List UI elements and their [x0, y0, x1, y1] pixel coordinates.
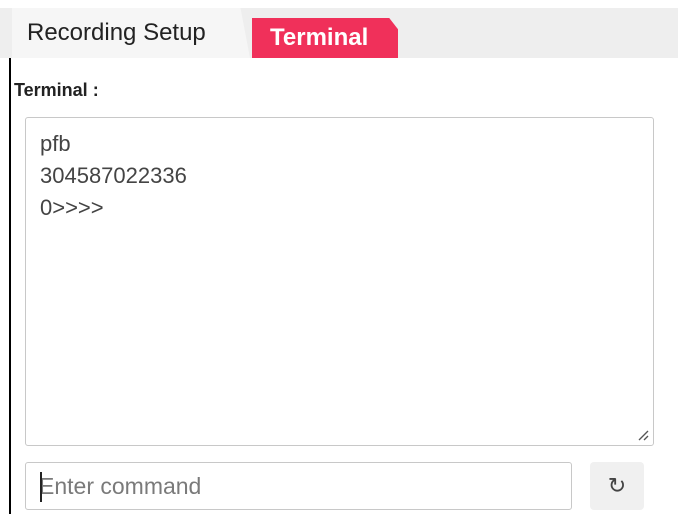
terminal-output[interactable]: pfb 304587022336 0>>>> — [25, 117, 654, 446]
command-input[interactable] — [25, 462, 572, 510]
refresh-icon: ↻ — [607, 473, 627, 499]
terminal-section-label: Terminal : — [14, 80, 99, 100]
tab-terminal[interactable]: Terminal — [252, 18, 398, 58]
resize-handle-icon[interactable] — [637, 429, 649, 441]
terminal-line: 304587022336 — [40, 163, 187, 188]
terminal-line: 0>>>> — [40, 195, 104, 220]
refresh-button[interactable]: ↻ — [590, 462, 644, 510]
tab-recording-setup[interactable]: Recording Setup — [12, 8, 250, 58]
panel-left-border — [9, 58, 11, 514]
terminal-line: pfb — [40, 131, 71, 156]
text-cursor — [40, 472, 42, 502]
tab-recording-setup-label: Recording Setup — [27, 19, 206, 46]
tab-terminal-label: Terminal — [270, 24, 369, 51]
tab-bar: Recording Setup Terminal — [0, 8, 678, 58]
